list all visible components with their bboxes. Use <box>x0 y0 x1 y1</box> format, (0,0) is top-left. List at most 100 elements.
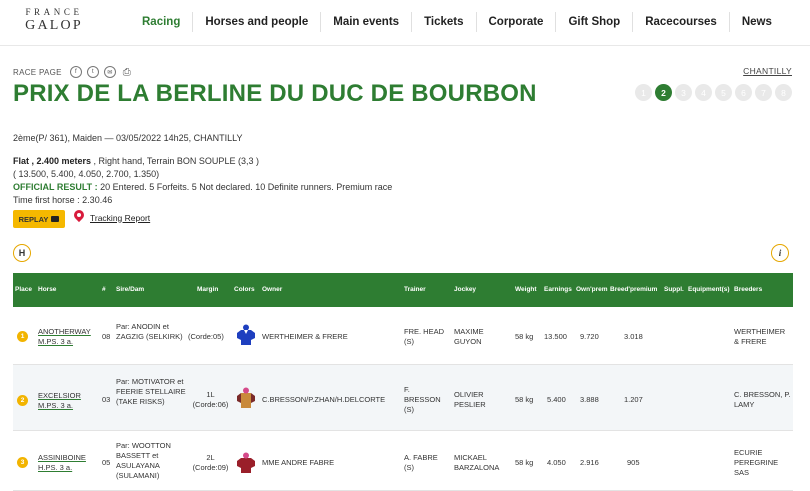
facebook-icon[interactable]: f <box>69 66 82 78</box>
breeders-cell: WERTHEIMER & FRERE <box>734 327 786 346</box>
camera-icon <box>51 216 60 222</box>
pager-race-6[interactable]: 6 <box>735 84 752 101</box>
col-breedprem[interactable]: Breed'premium <box>610 273 657 307</box>
horse-name-link[interactable]: EXCELSIOR <box>38 391 81 400</box>
margin-corde: (Corde:09) <box>192 463 229 472</box>
pager-race-1[interactable]: 1 <box>635 84 652 101</box>
ownprem-cell: 9.720 <box>580 332 599 341</box>
col-breeders[interactable]: Breeders <box>734 273 762 307</box>
col-earnings[interactable]: Earnings <box>544 273 572 307</box>
horse-name-link[interactable]: ASSINIBOINE <box>38 453 86 462</box>
col-ownprem[interactable]: Own'prem <box>576 273 608 307</box>
breeders-cell: ECURIE PEREGRINE SAS <box>734 448 779 477</box>
horse-info: M.PS. 3 a. <box>38 401 74 410</box>
race-page-bar: RACE PAGE f t ✉ ⎙ <box>13 66 138 78</box>
venue-link[interactable]: CHANTILLY <box>743 66 792 76</box>
horse-cell: ANOTHERWAY M.PS. 3 a. <box>38 327 100 347</box>
earnings-cell: 4.050 <box>547 458 566 467</box>
pager-race-7[interactable]: 7 <box>755 84 772 101</box>
earnings-cell: 5.400 <box>547 395 566 404</box>
col-trainer[interactable]: Trainer <box>404 273 426 307</box>
nav-item-horses-and-people[interactable]: Horses and people <box>193 12 322 32</box>
margin-cell: 2L (Corde:09) <box>188 453 233 473</box>
sire-cell: Par: ANODIN et ZAGZIG (SELKIRK) <box>116 322 183 341</box>
race-surface: Flat , 2.400 meters , Right hand, Terrai… <box>13 156 259 166</box>
nav-item-news[interactable]: News <box>730 12 784 32</box>
replay-button[interactable]: REPLAY <box>13 210 65 228</box>
trainer-cell: A. FABRE (S) <box>404 453 438 472</box>
nav-item-racecourses[interactable]: Racecourses <box>633 12 730 32</box>
logo-bottom-text: GALOP <box>25 18 83 33</box>
col-colors[interactable]: Colors <box>234 273 255 307</box>
nav-item-main-events[interactable]: Main events <box>321 12 413 32</box>
owner-cell: WERTHEIMER & FRERE <box>262 332 348 341</box>
pager-race-4[interactable]: 4 <box>695 84 712 101</box>
horse-cell: EXCELSIOR M.PS. 3 a. <box>38 391 100 411</box>
place-badge: 2 <box>17 395 28 406</box>
col-number[interactable]: # <box>102 273 106 307</box>
col-sire[interactable]: Sire/Dam <box>116 273 144 307</box>
pager-race-2[interactable]: 2 <box>655 84 672 101</box>
owner-cell: MME ANDRE FABRE <box>262 458 335 467</box>
nav-item-tickets[interactable]: Tickets <box>412 12 477 32</box>
margin-cell: 1L (Corde:06) <box>188 390 233 410</box>
silks-icon <box>237 324 255 345</box>
print-icon[interactable]: ⎙ <box>121 66 133 78</box>
table-header: Place Horse # Sire/Dam Margin Colors Own… <box>13 273 793 307</box>
site-header: FRANCE GALOP Racing Horses and people Ma… <box>0 0 810 46</box>
weight-cell: 58 kg <box>515 332 534 341</box>
pager-race-8[interactable]: 8 <box>775 84 792 101</box>
replay-label: REPLAY <box>18 214 49 224</box>
time-first-horse: Time first horse : 2.30.46 <box>13 195 113 205</box>
nav-item-racing[interactable]: Racing <box>130 12 194 32</box>
columns-toggle-icon[interactable]: H <box>13 244 31 262</box>
col-owner[interactable]: Owner <box>262 273 282 307</box>
table-row[interactable]: 1 ANOTHERWAY M.PS. 3 a. 08 Par: ANODIN et… <box>13 307 793 365</box>
col-place[interactable]: Place <box>15 273 32 307</box>
col-horse[interactable]: Horse <box>38 273 56 307</box>
horse-name-link[interactable]: ANOTHERWAY <box>38 327 91 336</box>
col-suppl[interactable]: Suppl. <box>664 273 684 307</box>
col-margin[interactable]: Margin <box>197 273 218 307</box>
place-badge: 1 <box>17 331 28 342</box>
twitter-icon[interactable]: t <box>86 66 99 78</box>
col-jockey[interactable]: Jockey <box>454 273 476 307</box>
number-cell: 03 <box>102 395 111 404</box>
info-icon[interactable]: i <box>771 244 789 262</box>
number-cell: 08 <box>102 332 111 341</box>
table-row[interactable]: 3 ASSINIBOINE H.PS. 3 a. 05 Par: WOOTTON … <box>13 431 793 491</box>
race-prizes: ( 13.500, 5.400, 4.050, 2.700, 1.350) <box>13 169 160 179</box>
table-row[interactable]: 2 EXCELSIOR M.PS. 3 a. 03 Par: MOTIVATOR … <box>13 365 793 431</box>
silks-icon <box>237 452 255 473</box>
pager-race-3[interactable]: 3 <box>675 84 692 101</box>
nav-item-corporate[interactable]: Corporate <box>477 12 557 32</box>
official-result-text: 20 Entered. 5 Forfeits. 5 Not declared. … <box>97 182 393 192</box>
nav-item-gift-shop[interactable]: Gift Shop <box>556 12 634 32</box>
jockey-cell: MICKAEL BARZALONA <box>454 453 500 472</box>
horse-cell: ASSINIBOINE H.PS. 3 a. <box>38 453 100 473</box>
breedprem-cell: 1.207 <box>624 395 643 404</box>
margin-lengths: 1L <box>206 390 215 399</box>
silks-icon <box>237 387 255 408</box>
weight-cell: 58 kg <box>515 395 534 404</box>
ownprem-cell: 2.916 <box>580 458 599 467</box>
logo-top-text: FRANCE <box>25 7 83 17</box>
trainer-cell: FRE. HEAD (S) <box>404 327 445 346</box>
race-surface-bold: Flat , 2.400 meters <box>13 156 92 166</box>
tracking-report-link[interactable]: Tracking Report <box>71 207 151 225</box>
sire-cell: Par: MOTIVATOR et FEERIE STELLAIRE (TAKE… <box>116 377 186 406</box>
official-result-label: OFFICIAL RESULT : <box>13 182 98 192</box>
map-pin-icon <box>71 207 87 225</box>
official-result: OFFICIAL RESULT : 20 Entered. 5 Forfeits… <box>13 182 392 192</box>
number-cell: 05 <box>102 458 111 467</box>
pager-race-5[interactable]: 5 <box>715 84 732 101</box>
col-equipment[interactable]: Equipment(s) <box>688 273 730 307</box>
race-surface-rest: , Right hand, Terrain BON SOUPLE (3,3 ) <box>91 156 259 166</box>
email-icon[interactable]: ✉ <box>103 66 116 78</box>
france-galop-logo[interactable]: FRANCE GALOP <box>14 7 94 41</box>
weight-cell: 58 kg <box>515 458 534 467</box>
col-weight[interactable]: Weight <box>515 273 537 307</box>
tracking-report-label: Tracking Report <box>90 212 151 223</box>
page-title: PRIX DE LA BERLINE DU DUC DE BOURBON <box>13 80 537 107</box>
earnings-cell: 13.500 <box>544 332 567 341</box>
